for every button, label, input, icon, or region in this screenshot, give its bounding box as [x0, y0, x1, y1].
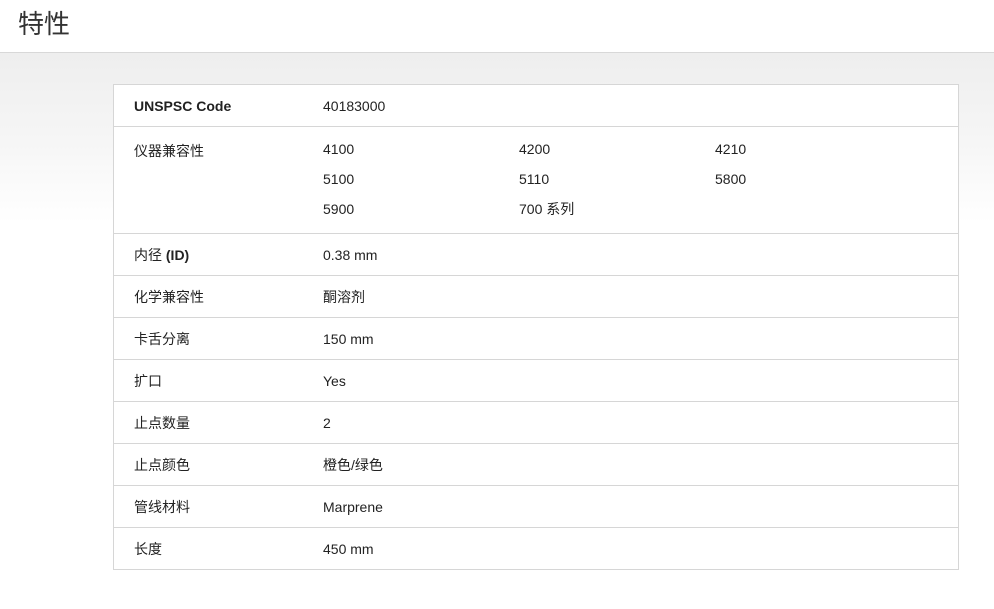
spec-row-tubing-material: 管线材料 Marprene	[114, 486, 958, 528]
spec-value: 2	[323, 414, 331, 431]
spec-row-length: 长度 450 mm	[114, 528, 958, 569]
compat-value: 4100	[323, 141, 355, 157]
spec-value: 40183000	[323, 97, 386, 114]
compat-value: 5100	[323, 171, 355, 187]
spec-label: UNSPSC Code	[134, 97, 232, 114]
spec-value: 0.38 mm	[323, 246, 378, 263]
spec-label: 长度	[134, 540, 162, 557]
spec-row-stop-color: 止点颜色 橙色/绿色	[114, 444, 958, 486]
spec-label: 卡舌分离	[134, 330, 190, 347]
spec-row-bridge-separation: 卡舌分离 150 mm	[114, 318, 958, 360]
content-area: UNSPSC Code 40183000 仪器兼容性 4100 4200 421…	[0, 53, 994, 609]
spec-label: 化学兼容性	[134, 288, 204, 305]
spec-label: 止点颜色	[134, 456, 190, 473]
page-header: 特性	[0, 0, 994, 53]
specs-table: UNSPSC Code 40183000 仪器兼容性 4100 4200 421…	[113, 84, 959, 570]
spec-row-instrument-compatibility: 仪器兼容性 4100 4200 4210 5100 5110 5800 5900…	[114, 127, 958, 234]
spec-label-text: 内径	[134, 246, 166, 263]
spec-label: 仪器兼容性	[134, 143, 204, 159]
spec-value: 酮溶剂	[323, 288, 365, 305]
spec-value: Yes	[323, 372, 346, 389]
compat-value: 700 系列	[519, 201, 575, 217]
spec-label: 止点数量	[134, 414, 190, 431]
compat-value: 4200	[519, 141, 551, 157]
compat-value: 5900	[323, 201, 355, 217]
spec-value: Marprene	[323, 498, 383, 515]
spec-value: 橙色/绿色	[323, 456, 383, 473]
compat-value: 5800	[715, 171, 747, 187]
spec-label-abbrev: (ID)	[165, 246, 190, 263]
spec-value: 450 mm	[323, 540, 374, 557]
compat-value: 4210	[715, 141, 747, 157]
spec-label: 内径 (ID)	[114, 245, 323, 265]
spec-row-chemical-compatibility: 化学兼容性 酮溶剂	[114, 276, 958, 318]
spec-label: 扩口	[134, 372, 162, 389]
spec-row-stop-count: 止点数量 2	[114, 402, 958, 444]
spec-row-inner-diameter: 内径 (ID) 0.38 mm	[114, 234, 958, 276]
page-title: 特性	[18, 10, 71, 40]
spec-row-unspsc: UNSPSC Code 40183000	[114, 85, 958, 127]
spec-label: 管线材料	[134, 498, 190, 515]
compat-value: 5110	[519, 171, 550, 187]
spec-value: 150 mm	[323, 330, 374, 347]
spec-row-flared: 扩口 Yes	[114, 360, 958, 402]
compat-values-grid: 4100 4200 4210 5100 5110 5800 5900 700 系…	[323, 127, 958, 218]
